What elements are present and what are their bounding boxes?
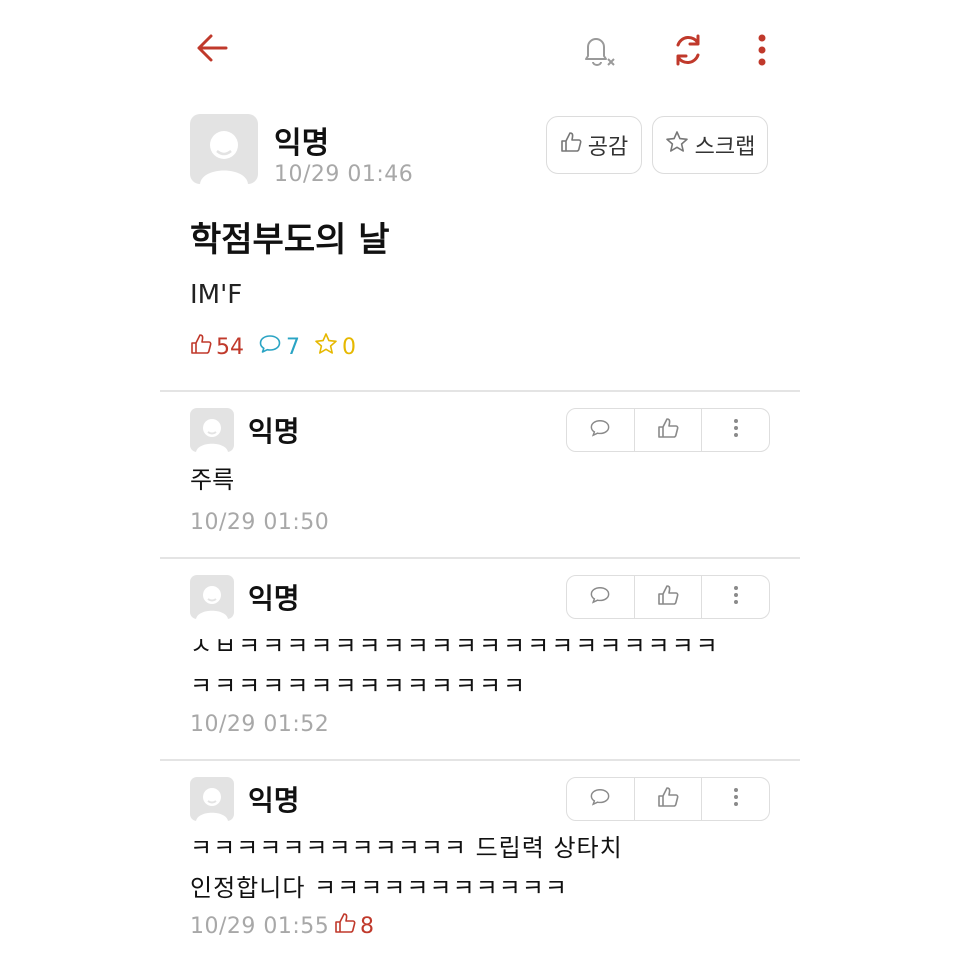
- back-arrow-icon[interactable]: [190, 28, 234, 68]
- comment-like-count: 8: [334, 912, 374, 940]
- thumbs-up-icon: [560, 131, 582, 159]
- post-author: 익명: [274, 126, 330, 161]
- comment-actions: [566, 777, 770, 821]
- comment-date: 10/29 01:52: [190, 712, 330, 737]
- comment-like-button[interactable]: [633, 409, 702, 451]
- comment-author: 익명: [248, 784, 300, 817]
- comment-count-stat: 7: [258, 333, 300, 361]
- comment-more-button[interactable]: [701, 409, 769, 451]
- speech-bubble-icon: [589, 585, 611, 609]
- scrap-count: 0: [342, 334, 356, 360]
- comment-like-button[interactable]: [633, 576, 702, 618]
- avatar: [190, 777, 234, 821]
- thumbs-up-icon: [334, 912, 356, 940]
- avatar: [190, 114, 258, 184]
- comment-author: 익명: [248, 582, 300, 615]
- refresh-icon[interactable]: [666, 28, 710, 72]
- post-title: 학점부도의 날: [190, 220, 390, 260]
- star-icon: [665, 130, 689, 160]
- comment-actions: [566, 408, 770, 452]
- speech-bubble-icon: [589, 418, 611, 442]
- thumbs-up-icon: [657, 584, 679, 610]
- scrap-button-label: 스크랩: [694, 135, 756, 160]
- like-count: 54: [216, 334, 244, 360]
- post-date: 10/29 01:46: [274, 162, 414, 187]
- like-button-label: 공감: [587, 135, 629, 160]
- comment-text: 주륵: [190, 466, 235, 494]
- comment-date: 10/29 01:50: [190, 510, 330, 535]
- post-stats: 54 7 0: [190, 332, 356, 362]
- more-options-icon: [733, 585, 739, 609]
- like-button[interactable]: 공감: [546, 116, 642, 174]
- more-options-icon: [733, 418, 739, 442]
- comment-like-button[interactable]: [633, 778, 702, 820]
- avatar: [190, 575, 234, 619]
- comment-author: 익명: [248, 415, 300, 448]
- divider: [160, 390, 800, 392]
- comment-more-button[interactable]: [701, 778, 769, 820]
- speech-bubble-icon: [589, 787, 611, 811]
- post-body: IM'F: [190, 280, 243, 310]
- comment-count: 7: [286, 334, 300, 360]
- avatar: [190, 408, 234, 452]
- reply-button[interactable]: [567, 778, 634, 820]
- comment-text: ㅅㅂㅋㅋㅋㅋㅋㅋㅋㅋㅋㅋㅋㅋㅋㅋㅋㅋㅋㅋㅋㅋ ㅋㅋㅋㅋㅋㅋㅋㅋㅋㅋㅋㅋㅋㅋ: [190, 632, 720, 700]
- thumbs-up-icon: [657, 786, 679, 812]
- scrap-count-stat: 0: [314, 332, 356, 362]
- more-options-icon[interactable]: [742, 28, 782, 72]
- speech-bubble-icon: [258, 333, 282, 361]
- thumbs-up-icon: [657, 417, 679, 443]
- comment-date: 10/29 01:55: [190, 914, 330, 939]
- divider: [160, 557, 800, 559]
- reply-button[interactable]: [567, 409, 634, 451]
- thumbs-up-icon: [190, 333, 212, 361]
- divider: [160, 759, 800, 761]
- comment-like-value: 8: [360, 913, 374, 939]
- more-options-icon: [733, 787, 739, 811]
- comment-text: ㅋㅋㅋㅋㅋㅋㅋㅋㅋㅋㅋㅋ 드립력 상타치 인정합니다 ㅋㅋㅋㅋㅋㅋㅋㅋㅋㅋㅋ: [190, 834, 623, 902]
- notification-off-icon[interactable]: [578, 28, 622, 72]
- star-icon: [314, 332, 338, 362]
- comment-more-button[interactable]: [701, 576, 769, 618]
- comment-actions: [566, 575, 770, 619]
- reply-button[interactable]: [567, 576, 634, 618]
- like-count-stat: 54: [190, 333, 244, 361]
- scrap-button[interactable]: 스크랩: [652, 116, 768, 174]
